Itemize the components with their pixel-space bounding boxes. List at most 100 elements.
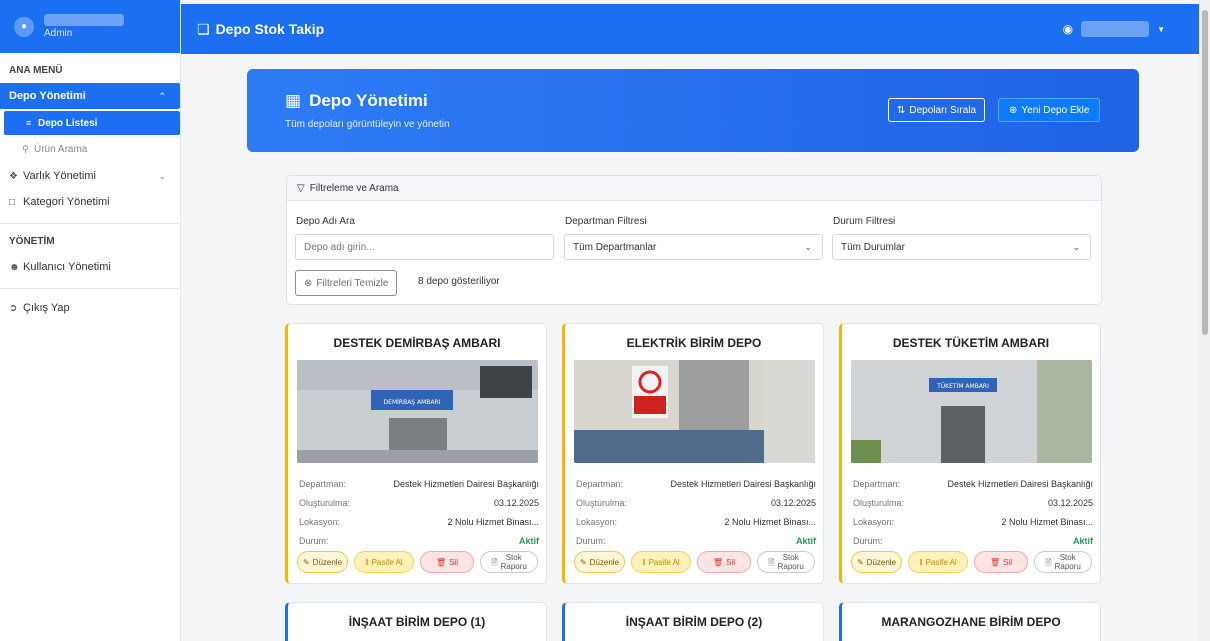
- search-icon: ⚲: [22, 143, 29, 154]
- card-title: DESTEK TÜKETİM AMBARI: [892, 336, 1050, 350]
- card-location: 2 Nolu Hizmet Binası...: [724, 516, 816, 527]
- sidebar-item-depo-yonetimi[interactable]: Depo Yönetimi ⌃: [0, 83, 180, 109]
- svg-text:TÜKETİM AMBARI: TÜKETİM AMBARI: [936, 383, 989, 390]
- stock-report-button[interactable]: 🗎 Stok Raporu: [480, 551, 538, 573]
- sidebar-item-depo-listesi[interactable]: ≡ Depo Listesi: [4, 111, 180, 135]
- plus-circle-icon: ⊕: [1009, 104, 1018, 116]
- sort-depots-button[interactable]: ⇅ Depoları Sırala: [888, 98, 986, 122]
- user-role: Admin: [44, 28, 73, 39]
- chevron-up-icon: ⌃: [158, 90, 166, 101]
- page-title: ▦ Depo Yönetimi: [285, 91, 428, 110]
- scroll-thumb[interactable]: [1202, 10, 1208, 335]
- card-title: DESTEK DEMİRBAŞ AMBARI: [333, 336, 501, 350]
- filter-icon: ▽: [297, 182, 305, 194]
- depot-card: DESTEK TÜKETİM AMBARI TÜKETİM AMBARI Dep…: [839, 323, 1101, 584]
- page-subtitle: Tüm depoları görüntüleyin ve yönetin: [285, 119, 450, 130]
- sidebar-item-urun-arama[interactable]: ⚲ Ürün Arama: [0, 137, 180, 161]
- sidebar-item-varlik-yonetimi[interactable]: ❖ Varlık Yönetimi ⌄: [0, 163, 180, 189]
- building-icon: ▦: [285, 91, 302, 110]
- box-icon: ❏: [197, 20, 210, 37]
- user-name-redacted: [1081, 21, 1150, 37]
- user-avatar-icon: ●: [14, 16, 34, 37]
- status-badge: Aktif: [1073, 535, 1093, 546]
- depot-card: İNŞAAT BİRİM DEPO (1): [285, 602, 547, 641]
- filter-panel: ▽ Filtreleme ve Arama Depo Adı Ara Depo …: [286, 175, 1102, 305]
- chevron-down-icon: ⌄: [804, 241, 812, 252]
- top-navbar: ❏ Depo Stok Takip ◉ ▼: [181, 4, 1199, 54]
- depot-card: MARANGOZHANE BİRİM DEPO: [839, 602, 1101, 641]
- deactivate-button[interactable]: ‖ Pasife Al: [354, 551, 414, 573]
- depot-photo: [574, 360, 815, 463]
- depot-card: DESTEK DEMİRBAŞ AMBARI DEMİRBAŞ AMBARI D…: [285, 323, 547, 584]
- stock-report-button[interactable]: 🗎 Stok Raporu: [757, 551, 815, 573]
- depot-name-input[interactable]: Depo adı girin...: [295, 234, 554, 260]
- trash-icon: 🗑: [435, 557, 447, 567]
- folder-icon: □: [9, 196, 16, 208]
- sort-icon: ⇅: [897, 104, 906, 116]
- sidebar-user[interactable]: ● Admin: [0, 0, 180, 53]
- stock-report-button[interactable]: 🗎 Stok Raporu: [1034, 551, 1092, 573]
- delete-button[interactable]: 🗑 Sil: [974, 551, 1028, 573]
- pencil-icon: ✎: [856, 557, 864, 567]
- assets-icon: ❖: [9, 170, 18, 182]
- document-icon: 🗎: [491, 557, 498, 567]
- users-icon: ☻: [9, 261, 20, 273]
- brand[interactable]: ❏ Depo Stok Takip: [197, 21, 324, 38]
- pause-icon: ‖: [919, 557, 923, 567]
- card-title: MARANGOZHANE BİRİM DEPO: [881, 615, 1061, 629]
- section-admin: YÖNETİM: [9, 236, 55, 247]
- delete-button[interactable]: 🗑 Sil: [420, 551, 474, 573]
- card-created: 03.12.2025: [493, 497, 539, 508]
- trash-icon: 🗑: [989, 557, 1001, 567]
- pencil-icon: ✎: [579, 557, 587, 567]
- delete-button[interactable]: 🗑 Sil: [697, 551, 751, 573]
- list-icon: ≡: [26, 118, 32, 128]
- card-department: Destek Hizmetleri Dairesi Başkanlığı: [393, 478, 539, 489]
- depot-photo: DEMİRBAŞ AMBARI: [297, 360, 538, 463]
- card-location: 2 Nolu Hizmet Binası...: [447, 516, 539, 527]
- user-name-redacted: [44, 14, 124, 26]
- card-title: İNŞAAT BİRİM DEPO (2): [625, 615, 763, 629]
- user-menu[interactable]: ◉ ▼: [1063, 21, 1165, 37]
- sidebar-item-kategori-yonetimi[interactable]: □ Kategori Yönetimi: [0, 189, 180, 215]
- add-depot-button[interactable]: ⊕ Yeni Depo Ekle: [998, 98, 1101, 122]
- deactivate-button[interactable]: ‖ Pasife Al: [631, 551, 691, 573]
- department-select[interactable]: Tüm Departmanlar ⌄: [564, 234, 823, 260]
- page-header-banner: ▦ Depo Yönetimi Tüm depoları görüntüleyi…: [247, 69, 1139, 152]
- edit-button[interactable]: ✎ Düzenle: [574, 551, 625, 573]
- logout-icon: ➲: [9, 302, 18, 314]
- name-filter-label: Depo Adı Ara: [296, 216, 355, 227]
- depot-card: İNŞAAT BİRİM DEPO (2): [562, 602, 824, 641]
- sidebar: ● Admin ANA MENÜ Depo Yönetimi ⌃ ≡ Depo …: [0, 0, 181, 641]
- scrollbar[interactable]: [1199, 0, 1210, 641]
- pause-icon: ‖: [365, 557, 369, 567]
- card-department: Destek Hizmetleri Dairesi Başkanlığı: [670, 478, 816, 489]
- user-circle-icon: ◉: [1062, 22, 1074, 36]
- x-circle-icon: ⊗: [304, 277, 313, 289]
- depot-photo: TÜKETİM AMBARI: [851, 360, 1092, 463]
- caret-down-icon: ▼: [1157, 24, 1165, 34]
- filter-header: ▽ Filtreleme ve Arama: [287, 176, 1101, 201]
- card-created: 03.12.2025: [1047, 497, 1093, 508]
- card-department: Destek Hizmetleri Dairesi Başkanlığı: [947, 478, 1093, 489]
- result-count: 8 depo gösteriliyor: [418, 276, 500, 287]
- status-select[interactable]: Tüm Durumlar ⌄: [832, 234, 1091, 260]
- edit-button[interactable]: ✎ Düzenle: [851, 551, 902, 573]
- section-main-menu: ANA MENÜ: [9, 65, 63, 76]
- document-icon: 🗎: [1045, 557, 1052, 567]
- card-title: İNŞAAT BİRİM DEPO (1): [348, 615, 486, 629]
- chevron-down-icon: ⌄: [158, 170, 166, 181]
- status-badge: Aktif: [796, 535, 816, 546]
- dept-filter-label: Departman Filtresi: [565, 216, 647, 227]
- sidebar-item-cikis[interactable]: ➲ Çıkış Yap: [0, 295, 180, 321]
- svg-text:DEMİRBAŞ AMBARI: DEMİRBAŞ AMBARI: [384, 399, 441, 406]
- pencil-icon: ✎: [302, 557, 310, 567]
- sidebar-item-kullanici-yonetimi[interactable]: ☻ Kullanıcı Yönetimi: [0, 254, 180, 280]
- pause-icon: ‖: [642, 557, 646, 567]
- depot-card: ELEKTRİK BİRİM DEPO Departman: Destek Hiz…: [562, 323, 824, 584]
- card-location: 2 Nolu Hizmet Binası...: [1001, 516, 1093, 527]
- deactivate-button[interactable]: ‖ Pasife Al: [908, 551, 968, 573]
- chevron-down-icon: ⌄: [1072, 241, 1080, 252]
- clear-filters-button[interactable]: ⊗ Filtreleri Temizle: [295, 270, 398, 296]
- edit-button[interactable]: ✎ Düzenle: [297, 551, 348, 573]
